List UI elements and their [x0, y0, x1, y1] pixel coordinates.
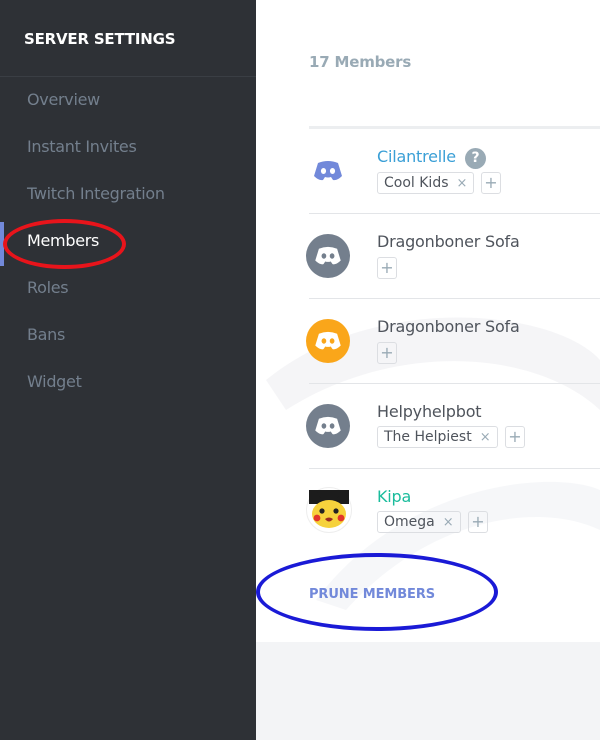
discord-logo-icon: [306, 319, 350, 363]
member-row[interactable]: Dragonboner Sofa +: [256, 299, 600, 384]
sidebar-item-bans[interactable]: Bans: [27, 323, 65, 347]
add-role-button[interactable]: +: [481, 172, 501, 194]
member-name[interactable]: Helpyhelpbot: [377, 402, 482, 421]
add-role-button[interactable]: +: [377, 257, 397, 279]
sidebar-title: SERVER SETTINGS: [24, 30, 176, 48]
add-role-button[interactable]: +: [377, 342, 397, 364]
role-label: Cool Kids: [384, 175, 449, 191]
sidebar-item-overview[interactable]: Overview: [27, 88, 100, 112]
sidebar: SERVER SETTINGS Overview Instant Invites…: [0, 0, 256, 740]
sidebar-item-roles[interactable]: Roles: [27, 276, 69, 300]
discord-logo-icon: [306, 234, 350, 278]
remove-role-icon[interactable]: ×: [443, 515, 454, 530]
main-panel: 17 Members Cilantrelle ? Cool Kids × + Dr…: [256, 0, 600, 740]
add-role-button[interactable]: +: [468, 511, 488, 533]
help-badge[interactable]: ?: [465, 148, 486, 169]
role-tag: Omega ×: [377, 511, 461, 533]
remove-role-icon[interactable]: ×: [457, 176, 468, 191]
annotation-red-circle: [3, 219, 126, 269]
member-name[interactable]: Cilantrelle: [377, 147, 456, 166]
sidebar-item-widget[interactable]: Widget: [27, 370, 82, 394]
member-row[interactable]: Dragonboner Sofa +: [256, 214, 600, 299]
member-name[interactable]: Dragonboner Sofa: [377, 232, 520, 251]
annotation-blue-circle: [256, 553, 498, 631]
pikachu-avatar-icon: [306, 487, 352, 533]
member-name[interactable]: Kipa: [377, 487, 411, 506]
remove-role-icon[interactable]: ×: [480, 430, 491, 445]
discord-logo-icon: [306, 404, 350, 448]
members-count: 17 Members: [309, 53, 412, 71]
sidebar-divider: [0, 76, 256, 77]
sidebar-item-instant-invites[interactable]: Instant Invites: [27, 135, 137, 159]
role-tag: The Helpiest ×: [377, 426, 498, 448]
member-name[interactable]: Dragonboner Sofa: [377, 317, 520, 336]
add-role-button[interactable]: +: [505, 426, 525, 448]
member-row[interactable]: Helpyhelpbot The Helpiest × +: [256, 384, 600, 469]
role-tag: Cool Kids ×: [377, 172, 475, 194]
role-label: Omega: [384, 514, 435, 530]
sidebar-item-twitch-integration[interactable]: Twitch Integration: [27, 182, 165, 206]
role-label: The Helpiest: [384, 429, 472, 445]
discord-logo-icon: [306, 149, 350, 193]
member-row[interactable]: Kipa Omega × +: [256, 469, 600, 554]
member-row[interactable]: Cilantrelle ? Cool Kids × +: [256, 129, 600, 214]
